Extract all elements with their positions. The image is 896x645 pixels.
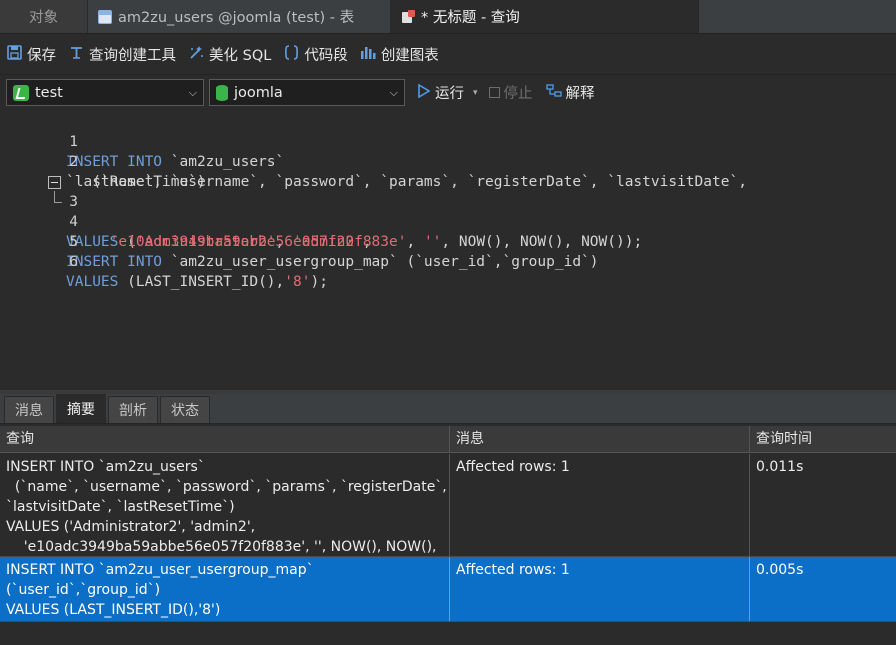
code-text: INSERT INTO `am2zu_user_usergroup_map` (… — [66, 254, 599, 270]
tab-table-am2zu-users[interactable]: am2zu_users @joomla (test) - 表 — [88, 0, 391, 33]
column-header-time[interactable]: 查询时间 — [750, 426, 896, 453]
fold-toggle-icon[interactable] — [48, 176, 61, 189]
explain-label: 解释 — [565, 86, 595, 102]
message-cell: Affected rows: 1 — [450, 557, 750, 621]
message-cell: Affected rows: 1 — [450, 454, 750, 556]
database-value: joomla — [234, 84, 283, 101]
query-cell: INSERT INTO `am2zu_user_usergroup_map` (… — [0, 557, 450, 621]
editor-line: 5 INSERT INTO `am2zu_user_usergroup_map`… — [0, 212, 599, 270]
table-icon — [98, 9, 112, 24]
database-select[interactable]: joomla ⌵ — [209, 79, 405, 106]
line-number: 1 — [69, 134, 78, 150]
grid-header: 查询 消息 查询时间 — [0, 426, 896, 453]
snippet-icon — [283, 45, 299, 64]
line-number: 2 — [69, 154, 78, 170]
save-button[interactable]: 保存 — [6, 44, 56, 65]
query-builder-label: 查询创建工具 — [89, 48, 176, 64]
chevron-down-icon: ⌵ — [389, 85, 398, 99]
table-row[interactable]: INSERT INTO `am2zu_users` (`name`, `user… — [0, 454, 896, 557]
query-icon — [401, 9, 415, 24]
tab-table-label: am2zu_users @joomla (test) - 表 — [118, 10, 355, 26]
code-text: 'e10adc3949ba59abbe56e057f20f883e', '', … — [109, 234, 643, 250]
time-cell: 0.005s — [756, 562, 804, 578]
editor-line: 6 VALUES (LAST_INSERT_ID(),'8'); — [0, 232, 328, 290]
tab-summary[interactable]: 摘要 — [56, 394, 106, 423]
explain-button[interactable]: 解释 — [545, 82, 595, 103]
connection-value: test — [35, 84, 63, 101]
tab-objects[interactable]: 对象 — [0, 0, 88, 33]
beautify-icon — [188, 45, 204, 64]
query-builder-button[interactable]: 查询创建工具 — [68, 44, 176, 65]
editor-line: `lastResetTime`) — [0, 152, 206, 190]
fold-guide — [54, 202, 62, 203]
database-icon — [216, 84, 228, 101]
query-cell: INSERT INTO `am2zu_users` (`name`, `user… — [0, 454, 450, 556]
code-text: VALUES (LAST_INSERT_ID(),'8'); — [66, 274, 328, 290]
column-header-query[interactable]: 查询 — [0, 426, 450, 453]
run-dropdown-icon[interactable]: ▾ — [473, 88, 478, 98]
beautify-sql-button[interactable]: 美化 SQL — [188, 44, 271, 65]
tab-untitled-query[interactable]: * 无标题 - 查询 — [391, 0, 699, 33]
sql-editor[interactable]: 1 INSERT INTO `am2zu_users` 2 (`name`, `… — [0, 112, 896, 390]
time-cell: 0.011s — [756, 459, 804, 475]
summary-grid: 查询 消息 查询时间 INSERT INTO `am2zu_users` (`n… — [0, 426, 896, 645]
tab-profile[interactable]: 剖析 — [108, 396, 158, 423]
line-number: 6 — [69, 254, 78, 270]
create-chart-label: 创建图表 — [380, 48, 439, 64]
document-tab-bar: 对象 am2zu_users @joomla (test) - 表 * 无标题 … — [0, 0, 896, 34]
table-row-selected[interactable]: INSERT INTO `am2zu_user_usergroup_map` (… — [0, 557, 896, 622]
connection-select[interactable]: test ⌵ — [6, 79, 204, 106]
editor-line: 4 'e10adc3949ba59abbe56e057f20f883e', ''… — [0, 192, 642, 250]
code-text: INSERT INTO `am2zu_users` — [66, 154, 285, 170]
run-icon — [418, 83, 431, 102]
save-icon — [6, 45, 22, 64]
code-text: `lastResetTime`) — [66, 174, 206, 190]
stop-icon — [488, 87, 500, 98]
editor-line: 1 INSERT INTO `am2zu_users` — [0, 112, 284, 170]
run-label: 运行 — [435, 86, 464, 102]
connection-toolbar: test ⌵ joomla ⌵ 运行 ▾ 停止 解释 — [0, 76, 896, 109]
save-label: 保存 — [27, 48, 56, 64]
code-snippet-button[interactable]: 代码段 — [283, 44, 348, 65]
column-header-message[interactable]: 消息 — [450, 426, 750, 453]
editor-line: 2 (`name`, `username`, `password`, `para… — [0, 132, 747, 190]
line-number: 5 — [69, 234, 78, 250]
run-button[interactable]: 运行 ▾ — [418, 82, 478, 103]
tab-query-label: * 无标题 - 查询 — [421, 10, 520, 26]
chart-icon — [360, 45, 376, 64]
line-number: 4 — [69, 214, 78, 230]
beautify-label: 美化 SQL — [209, 48, 272, 64]
query-builder-icon — [68, 45, 84, 64]
tab-status[interactable]: 状态 — [160, 396, 210, 423]
connection-icon — [13, 84, 29, 101]
main-toolbar: 保存 查询创建工具 美化 SQL 代码段 创建图表 — [0, 35, 896, 75]
explain-icon — [545, 83, 562, 102]
snippet-label: 代码段 — [304, 48, 348, 64]
tab-messages[interactable]: 消息 — [4, 396, 54, 423]
result-tab-bar: 消息 摘要 剖析 状态 — [0, 394, 896, 424]
stop-button[interactable]: 停止 — [488, 82, 533, 103]
stop-label: 停止 — [503, 86, 533, 102]
chevron-down-icon: ⌵ — [188, 85, 197, 99]
tab-objects-label: 对象 — [29, 10, 58, 26]
create-chart-button[interactable]: 创建图表 — [360, 44, 439, 65]
editor-line: 3 VALUES ('Administrator2', 'admin2', — [0, 172, 372, 250]
